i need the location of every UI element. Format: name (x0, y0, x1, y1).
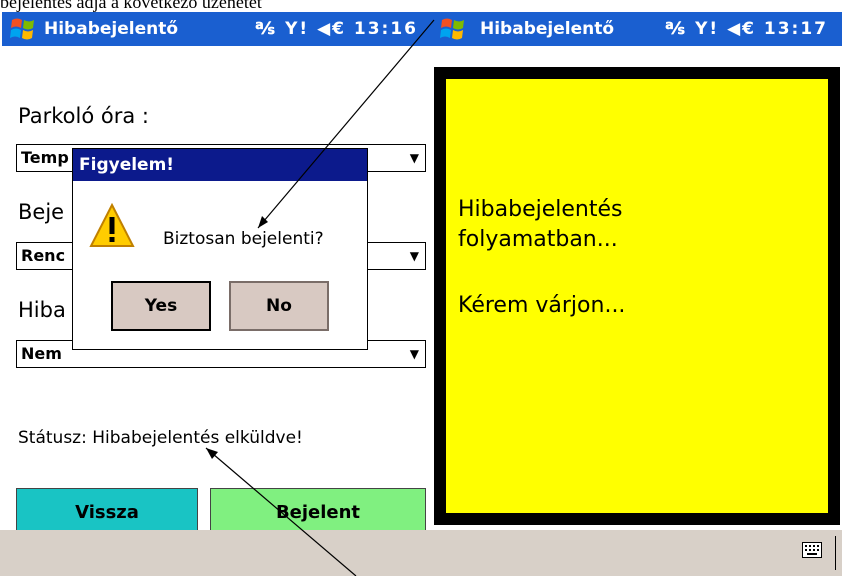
windows-start-icon[interactable] (440, 16, 466, 42)
dropdown-arrow-icon[interactable]: ▼ (410, 151, 419, 165)
menu-separator (835, 536, 836, 570)
dialog-title: Figyelem! (73, 149, 367, 181)
left-titlebar: Hibabejelentő ℁ Y! ◀€ 13:16 (2, 12, 432, 46)
right-titlebar: Hibabejelentő ℁ Y! ◀€ 13:17 (432, 12, 842, 46)
system-status-icons[interactable]: ℁ Y! ◀€ 13:16 (255, 19, 418, 39)
confirm-dialog: Figyelem! Biztosan bejelenti? Yes No (72, 148, 368, 350)
bottom-menu-bar (0, 530, 842, 576)
error-type-label: Hiba (18, 298, 66, 322)
left-screen: Hibabejelentő ℁ Y! ◀€ 13:16 Parkoló óra … (2, 12, 432, 530)
dialog-message: Biztosan bejelenti? (163, 229, 324, 249)
parking-value: Temp (21, 148, 69, 167)
error-type-value: Nem (21, 344, 62, 363)
back-button[interactable]: Vissza (16, 488, 198, 530)
windows-start-icon[interactable] (10, 16, 36, 42)
app-title: Hibabejelentő (480, 19, 615, 39)
submit-report-button[interactable]: Bejelent (210, 488, 426, 530)
keyboard-icon[interactable] (802, 542, 822, 558)
system-status-icons[interactable]: ℁ Y! ◀€ 13:17 (665, 19, 828, 39)
dropdown-arrow-icon[interactable]: ▼ (410, 347, 419, 361)
progress-line-2: folyamatban... (458, 227, 618, 252)
warning-icon (89, 203, 135, 247)
status-text: Státusz: Hibabejelentés elküldve! (18, 428, 303, 448)
no-button[interactable]: No (229, 281, 329, 331)
progress-line-3: Kérem várjon... (458, 293, 626, 318)
document-caption: bejelentés adja a következő üzenetet (0, 0, 262, 12)
progress-panel: Hibabejelentés folyamatban... Kérem várj… (434, 67, 840, 525)
report-type-label: Beje (18, 200, 65, 224)
right-screen: Hibabejelentő ℁ Y! ◀€ 13:17 Hibabejelent… (432, 12, 842, 530)
yes-button[interactable]: Yes (111, 281, 211, 331)
app-title: Hibabejelentő (44, 19, 179, 39)
report-type-value: Renc (21, 246, 66, 265)
parking-label: Parkoló óra : (18, 104, 149, 128)
dropdown-arrow-icon[interactable]: ▼ (410, 249, 419, 263)
progress-line-1: Hibabejelentés (458, 197, 623, 222)
